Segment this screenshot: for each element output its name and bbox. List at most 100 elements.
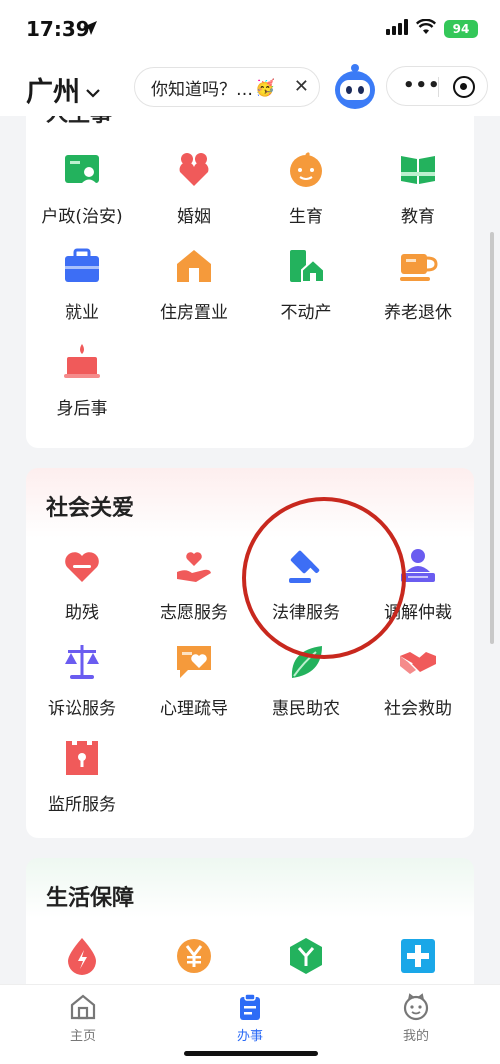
tip-emoji: 🥳 — [255, 77, 275, 97]
service-label: 教育 — [401, 207, 435, 227]
service-label: 婚姻 — [177, 207, 211, 227]
service-finance[interactable] — [138, 936, 250, 976]
life-security-card: 生活保障 — [26, 858, 474, 984]
section-title: 人生事 — [46, 116, 112, 128]
service-social-assistance[interactable]: 社会救助 — [362, 642, 474, 719]
service-utilities[interactable] — [26, 936, 138, 976]
service-label: 养老退休 — [384, 303, 452, 323]
signal-icon — [386, 19, 408, 39]
status-indicators: 94 — [386, 18, 478, 39]
service-legal[interactable]: 法律服务 — [250, 546, 362, 623]
tab-label: 办事 — [236, 1029, 263, 1044]
scrollbar[interactable] — [490, 232, 494, 644]
teacup-icon — [400, 254, 438, 281]
more-icon[interactable]: ••• — [403, 75, 441, 96]
service-marriage[interactable]: 婚姻 — [138, 150, 250, 227]
tab-label: 我的 — [402, 1029, 429, 1044]
mediation-icon — [401, 549, 435, 582]
service-label: 助残 — [65, 603, 99, 623]
service-real-estate[interactable]: 不动产 — [250, 246, 362, 323]
service-disability-aid[interactable]: 助残 — [26, 546, 138, 623]
service-label: 惠民助农 — [272, 699, 340, 719]
tab-label: 主页 — [69, 1029, 96, 1044]
service-label: 志愿服务 — [160, 603, 228, 623]
service-label: 诉讼服务 — [48, 699, 116, 719]
service-birth[interactable]: 生育 — [250, 150, 362, 227]
service-medical[interactable] — [362, 936, 474, 976]
yuan-icon — [177, 939, 211, 973]
close-miniprogram-icon[interactable] — [453, 76, 475, 98]
tab-profile[interactable]: 我的 — [376, 993, 456, 1044]
leaf-icon — [291, 646, 322, 678]
status-time: 17:39 — [26, 17, 90, 41]
assistant-robot-icon[interactable] — [332, 62, 378, 112]
service-funeral[interactable]: 身后事 — [26, 342, 138, 419]
medical-cross-icon — [401, 939, 435, 973]
home-icon — [70, 994, 96, 1020]
property-icon — [290, 250, 325, 283]
life-events-card: 人生事 户政(治安) 婚姻 生育 教育 就业 — [26, 116, 474, 448]
service-label: 心理疏导 — [160, 699, 228, 719]
service-retirement[interactable]: 养老退休 — [362, 246, 474, 323]
hexagon-y-icon — [290, 938, 322, 974]
gavel-icon — [289, 550, 320, 583]
heart-icon — [65, 552, 99, 582]
prison-icon — [66, 741, 98, 775]
wifi-icon — [415, 18, 437, 39]
service-insurance[interactable] — [250, 936, 362, 976]
service-mediation[interactable]: 调解仲裁 — [362, 546, 474, 623]
service-label: 社会救助 — [384, 699, 452, 719]
service-litigation[interactable]: 诉讼服务 — [26, 642, 138, 719]
section-title: 生活保障 — [46, 886, 135, 911]
service-volunteer[interactable]: 志愿服务 — [138, 546, 250, 623]
service-label: 监所服务 — [48, 795, 116, 815]
service-label: 调解仲裁 — [384, 603, 452, 623]
baby-icon — [290, 152, 322, 187]
marriage-icon — [179, 153, 209, 186]
section-title: 社会关爱 — [46, 496, 135, 521]
service-employment[interactable]: 就业 — [26, 246, 138, 323]
service-label: 生育 — [289, 207, 323, 227]
service-farmer-aid[interactable]: 惠民助农 — [250, 642, 362, 719]
briefcase-icon — [65, 248, 99, 282]
top-nav: 广州 你知道吗？… 🥳 ✕ ••• — [0, 58, 500, 116]
service-label: 户政(治安) — [41, 207, 123, 227]
home-indicator — [184, 1051, 318, 1056]
city-name: 广州 — [26, 77, 80, 108]
chat-heart-icon — [177, 646, 211, 678]
tab-home[interactable]: 主页 — [43, 993, 123, 1044]
service-housing[interactable]: 住房置业 — [138, 246, 250, 323]
hand-heart-icon — [177, 552, 211, 582]
tip-text: 你知道吗？… — [151, 79, 253, 100]
status-bar: 17:39 94 — [0, 0, 500, 58]
handshake-icon — [400, 652, 436, 674]
city-selector[interactable]: 广州 — [26, 70, 100, 109]
service-education[interactable]: 教育 — [362, 150, 474, 227]
miniprogram-capsule: ••• — [386, 66, 488, 106]
candle-icon — [64, 344, 100, 378]
tip-banner[interactable]: 你知道吗？… 🥳 ✕ — [134, 67, 320, 107]
service-label: 不动产 — [280, 303, 332, 323]
water-drop-icon — [68, 938, 96, 975]
service-label: 法律服务 — [272, 603, 340, 623]
service-household[interactable]: 户政(治安) — [26, 150, 138, 227]
service-label: 就业 — [65, 303, 99, 323]
house-icon — [177, 250, 211, 282]
scales-icon — [65, 645, 99, 679]
chevron-down-icon — [86, 74, 100, 105]
social-care-card: 社会关爱 助残 志愿服务 法律服务 调解仲裁 诉讼服务 心理疏导 惠民助农 社会… — [26, 468, 474, 838]
profile-icon — [403, 993, 429, 1021]
service-label: 身后事 — [56, 399, 108, 419]
service-detention[interactable]: 监所服务 — [26, 738, 138, 815]
close-icon[interactable]: ✕ — [294, 76, 309, 97]
household-icon — [65, 155, 99, 184]
capsule-divider — [438, 77, 439, 97]
location-arrow-icon — [82, 20, 98, 40]
book-icon — [401, 156, 435, 184]
service-label: 住房置业 — [160, 303, 228, 323]
service-counseling[interactable]: 心理疏导 — [138, 642, 250, 719]
content-scroll[interactable]: 人生事 户政(治安) 婚姻 生育 教育 就业 — [0, 116, 500, 984]
clipboard-icon — [240, 993, 260, 1020]
tab-services[interactable]: 办事 — [210, 993, 290, 1044]
battery-indicator: 94 — [444, 20, 478, 38]
